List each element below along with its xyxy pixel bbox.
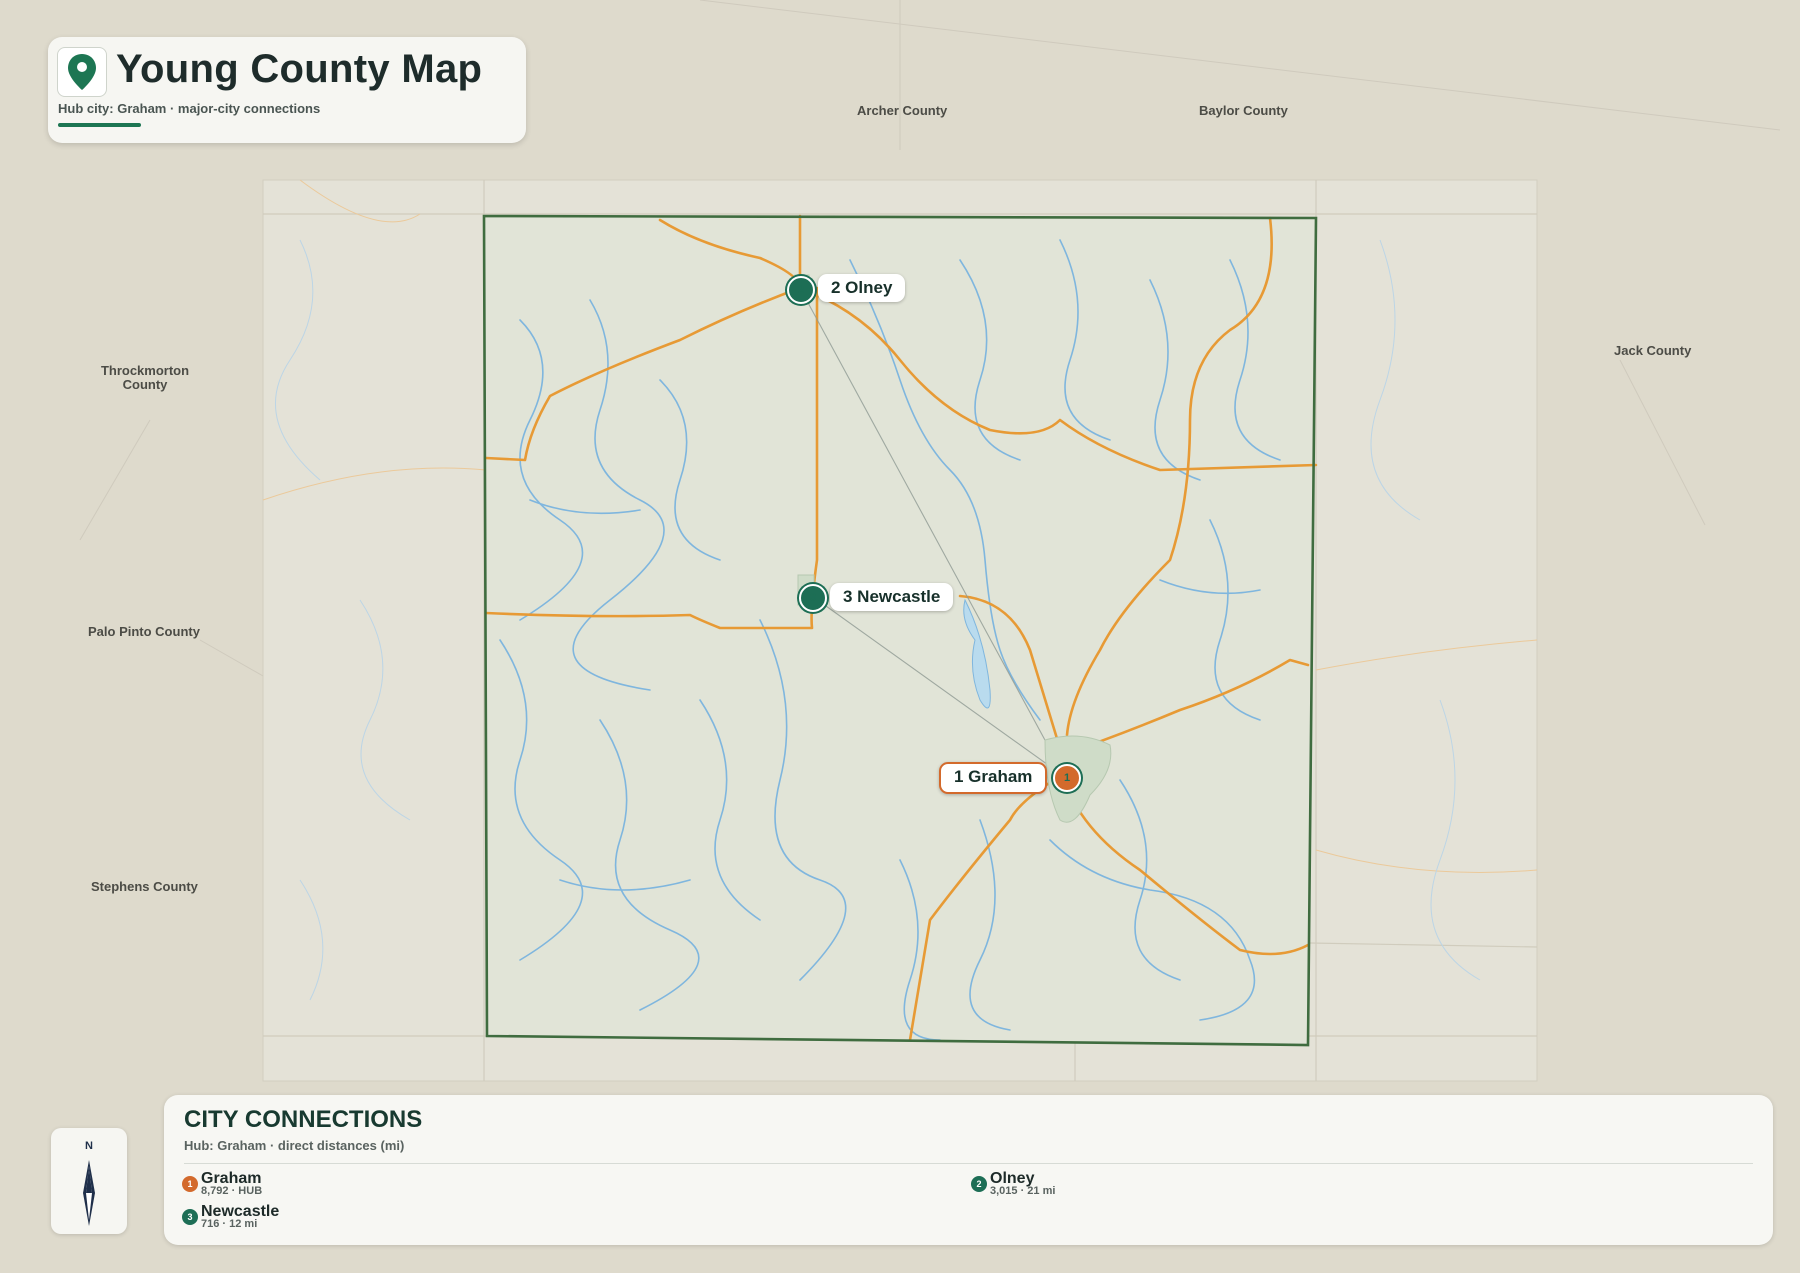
- county-area: [484, 216, 1316, 1045]
- compass-needle-icon: [83, 1160, 95, 1226]
- panel-title: CITY CONNECTIONS: [184, 1106, 423, 1133]
- connection-meta: 3,015 · 21 mi: [990, 1185, 1056, 1197]
- connection-rank-badge: 1: [182, 1176, 198, 1192]
- city-marker-newcastle[interactable]: 3: [799, 584, 827, 612]
- county-label-throckmorton: Throckmorton County: [100, 363, 190, 392]
- panel-subtitle: Hub: Graham · direct distances (mi): [184, 1138, 405, 1153]
- connection-item-olney[interactable]: 2 Olney 3,015 · 21 mi: [971, 1170, 1171, 1200]
- city-label-graham[interactable]: 1 Graham: [939, 762, 1048, 794]
- compass-north-label: N: [85, 1140, 93, 1152]
- page-subtitle: Hub city: Graham · major-city connection…: [58, 101, 321, 116]
- page-title: Young County Map: [116, 47, 483, 91]
- city-label-newcastle[interactable]: 3 Newcastle: [830, 583, 954, 611]
- city-marker-graham[interactable]: 1: [1053, 764, 1081, 792]
- city-connections-panel: CITY CONNECTIONS Hub: Graham · direct di…: [164, 1095, 1773, 1245]
- connection-meta: 716 · 12 mi: [201, 1218, 258, 1230]
- map-canvas[interactable]: [0, 0, 1800, 1273]
- connection-item-graham[interactable]: 1 Graham 8,792 · HUB: [182, 1170, 382, 1200]
- county-label-baylor: Baylor County: [1199, 103, 1288, 118]
- connection-rank-badge: 2: [971, 1176, 987, 1192]
- title-card: Young County Map Hub city: Graham · majo…: [48, 37, 526, 143]
- city-label-olney[interactable]: 2 Olney: [818, 274, 906, 302]
- connection-meta: 8,792 · HUB: [201, 1185, 263, 1197]
- location-pin-icon: [57, 47, 107, 97]
- county-label-stephens: Stephens County: [91, 879, 198, 894]
- compass: N: [51, 1128, 127, 1234]
- connection-rank-badge: 3: [182, 1209, 198, 1225]
- connection-item-newcastle[interactable]: 3 Newcastle 716 · 12 mi: [182, 1203, 382, 1233]
- county-label-palo-pinto: Palo Pinto County: [88, 624, 200, 639]
- city-marker-olney[interactable]: 2: [787, 276, 815, 304]
- county-label-jack: Jack County: [1614, 343, 1692, 358]
- panel-divider: [184, 1163, 1753, 1164]
- title-accent-bar: [58, 123, 141, 127]
- county-label-archer: Archer County: [857, 103, 948, 118]
